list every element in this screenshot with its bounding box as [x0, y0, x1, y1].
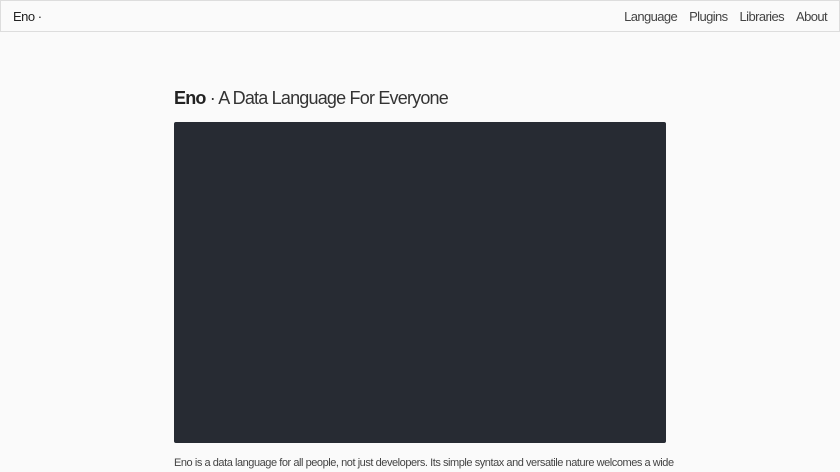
- intro-paragraph: Eno is a data language for all people, n…: [174, 457, 674, 469]
- nav-links: Language Plugins Libraries About: [624, 9, 828, 24]
- nav-language[interactable]: Language: [624, 9, 678, 24]
- nav-about[interactable]: About: [796, 9, 828, 24]
- code-editor[interactable]: [174, 122, 666, 443]
- title-bold: Eno: [174, 88, 206, 108]
- brand-link[interactable]: Eno ·: [13, 9, 42, 24]
- nav-plugins[interactable]: Plugins: [689, 9, 728, 24]
- page-title: Eno · A Data Language For Everyone: [174, 88, 449, 109]
- top-navbar: Eno · Language Plugins Libraries About: [0, 0, 840, 32]
- title-rest: · A Data Language For Everyone: [205, 88, 449, 108]
- nav-libraries[interactable]: Libraries: [740, 9, 785, 24]
